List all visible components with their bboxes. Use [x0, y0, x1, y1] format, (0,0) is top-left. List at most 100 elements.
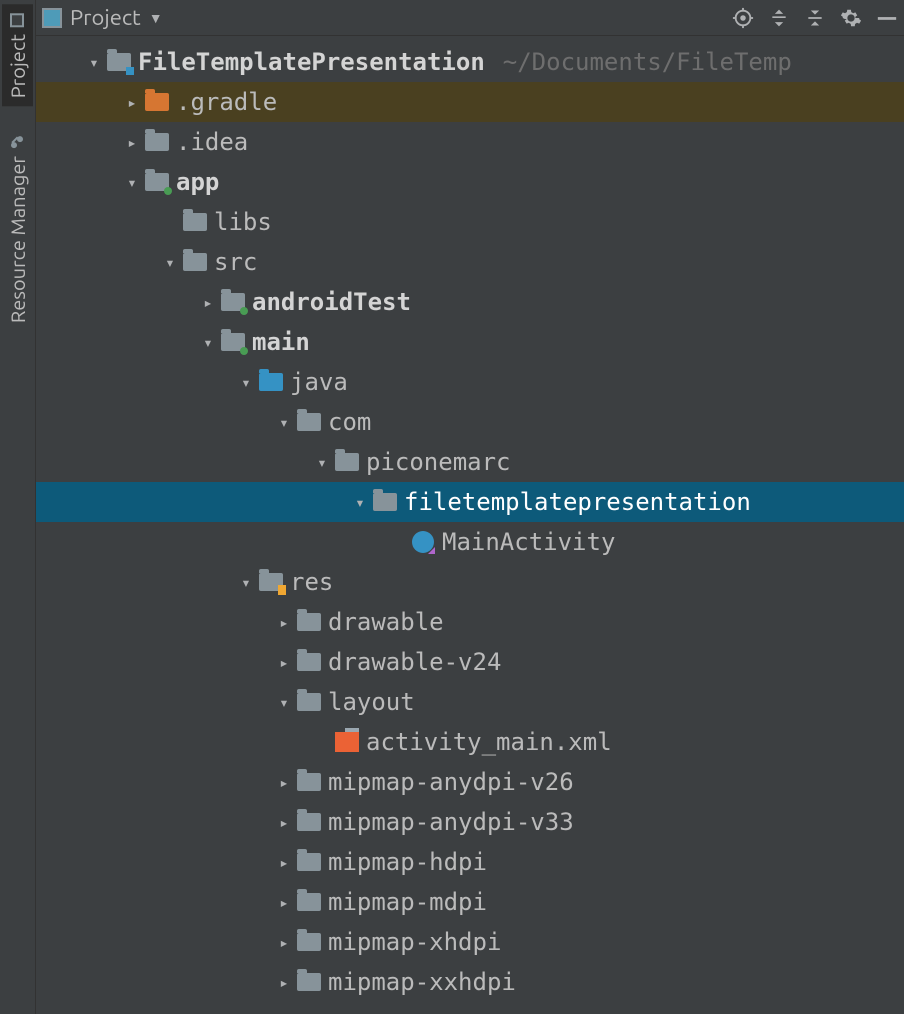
chevron-right-icon[interactable]: ▸ [120, 133, 144, 152]
folder-icon [182, 211, 208, 233]
xml-icon [334, 731, 360, 753]
tree-item[interactable]: ▸activity_main.xml [36, 722, 904, 762]
chevron-right-icon[interactable]: ▸ [272, 893, 296, 912]
tree-item-label: mipmap-hdpi [328, 848, 487, 876]
pkg-icon [372, 491, 398, 513]
sidebar-tab-resource-manager[interactable]: Resource Manager [2, 126, 33, 331]
folder-icon [296, 931, 322, 953]
module-folder-icon [106, 51, 132, 73]
locate-icon[interactable] [732, 7, 754, 29]
tree-item-label: app [176, 168, 219, 196]
hide-icon[interactable] [876, 7, 898, 29]
chevron-right-icon[interactable]: ▸ [272, 973, 296, 992]
sidebar-tab-label: Project [6, 34, 29, 98]
tree-item[interactable]: ▸ drawable [36, 602, 904, 642]
expand-all-icon[interactable] [768, 7, 790, 29]
tree-item[interactable]: ▸ androidTest [36, 282, 904, 322]
chevron-down-icon[interactable]: ▾ [272, 413, 296, 432]
tree-item[interactable]: ▸libs [36, 202, 904, 242]
folder-green-icon [144, 171, 170, 193]
folder-icon [296, 811, 322, 833]
tree-item[interactable]: ▾ app [36, 162, 904, 202]
tree-item[interactable]: ▾ filetemplatepresentation [36, 482, 904, 522]
folder-orange-icon [144, 91, 170, 113]
folder-icon [296, 611, 322, 633]
tree-item[interactable]: ▾piconemarc [36, 442, 904, 482]
chevron-right-icon[interactable]: ▸ [272, 933, 296, 952]
tree-item[interactable]: ▸ mipmap-xhdpi [36, 922, 904, 962]
folder-blue-icon [258, 371, 284, 393]
tree-item[interactable]: ▸ mipmap-xxhdpi [36, 962, 904, 1002]
chevron-down-icon[interactable]: ▾ [82, 53, 106, 72]
chevron-right-icon[interactable]: ▸ [272, 813, 296, 832]
chevron-right-icon[interactable]: ▸ [272, 613, 296, 632]
chevron-down-icon[interactable]: ▾ [120, 173, 144, 192]
tree-root-label: FileTemplatePresentation [138, 48, 485, 76]
tool-sidebar: Project Resource Manager [0, 0, 36, 1014]
sidebar-tab-label: Resource Manager [6, 156, 29, 323]
resource-manager-icon [10, 134, 26, 150]
sidebar-tab-project[interactable]: Project [2, 4, 33, 106]
chevron-right-icon[interactable]: ▸ [272, 853, 296, 872]
tree-item-label: drawable [328, 608, 444, 636]
tree-item[interactable]: ▾ src [36, 242, 904, 282]
folder-icon [296, 971, 322, 993]
tree-item-label: layout [328, 688, 415, 716]
chevron-down-icon[interactable]: ▾ [196, 333, 220, 352]
collapse-all-icon[interactable] [804, 7, 826, 29]
tree-item-label: src [214, 248, 257, 276]
tree-item-label: libs [214, 208, 272, 236]
tree-item[interactable]: ▸ mipmap-hdpi [36, 842, 904, 882]
tree-item[interactable]: ▸ .gradle [36, 82, 904, 122]
chevron-right-icon[interactable]: ▸ [196, 293, 220, 312]
chevron-down-icon[interactable]: ▾ [234, 373, 258, 392]
chevron-down-icon[interactable]: ▾ [158, 253, 182, 272]
folder-icon [182, 251, 208, 273]
project-icon [10, 12, 26, 28]
chevron-down-icon[interactable]: ▾ [348, 493, 372, 512]
pkg-icon [334, 451, 360, 473]
tree-item[interactable]: ▾main [36, 322, 904, 362]
tree-item-label: mipmap-xxhdpi [328, 968, 516, 996]
project-tree: ▾ FileTemplatePresentation ~/Documents/F… [36, 36, 904, 1014]
tree-root[interactable]: ▾ FileTemplatePresentation ~/Documents/F… [36, 42, 904, 82]
tree-item[interactable]: ▸ drawable-v24 [36, 642, 904, 682]
tree-item-label: filetemplatepresentation [404, 488, 751, 516]
tree-item-label: java [290, 368, 348, 396]
tree-root-path: ~/Documents/FileTemp [503, 48, 792, 76]
tree-item[interactable]: ▸ .idea [36, 122, 904, 162]
tree-item[interactable]: ▸MainActivity [36, 522, 904, 562]
chevron-down-icon[interactable]: ▾ [272, 693, 296, 712]
dropdown-icon[interactable]: ▼ [149, 10, 163, 26]
tree-item-label: mipmap-anydpi-v33 [328, 808, 574, 836]
folder-green-icon [220, 331, 246, 353]
chevron-right-icon[interactable]: ▸ [272, 773, 296, 792]
tree-item-label: mipmap-mdpi [328, 888, 487, 916]
chevron-right-icon[interactable]: ▸ [272, 653, 296, 672]
tree-item[interactable]: ▾ java [36, 362, 904, 402]
tree-item-label: .idea [176, 128, 248, 156]
tree-item[interactable]: ▾ layout [36, 682, 904, 722]
tree-item-label: .gradle [176, 88, 277, 116]
tree-item-label: mipmap-xhdpi [328, 928, 501, 956]
tree-item[interactable]: ▸ mipmap-anydpi-v33 [36, 802, 904, 842]
folder-icon [296, 651, 322, 673]
tree-item[interactable]: ▾res [36, 562, 904, 602]
tree-item[interactable]: ▸mipmap-anydpi-v26 [36, 762, 904, 802]
project-view-title: Project [70, 5, 141, 30]
folder-green-icon [220, 291, 246, 313]
tree-item-label: drawable-v24 [328, 648, 501, 676]
chevron-down-icon[interactable]: ▾ [310, 453, 334, 472]
folder-icon [296, 891, 322, 913]
chevron-down-icon[interactable]: ▾ [234, 573, 258, 592]
folder-icon [144, 131, 170, 153]
tree-item-label: com [328, 408, 371, 436]
tree-item[interactable]: ▾ com [36, 402, 904, 442]
tree-item-label: androidTest [252, 288, 411, 316]
folder-icon [296, 851, 322, 873]
chevron-right-icon[interactable]: ▸ [120, 93, 144, 112]
folder-res-icon [258, 571, 284, 593]
gear-icon[interactable] [840, 7, 862, 29]
tree-item[interactable]: ▸ mipmap-mdpi [36, 882, 904, 922]
tree-item-label: MainActivity [442, 528, 615, 556]
